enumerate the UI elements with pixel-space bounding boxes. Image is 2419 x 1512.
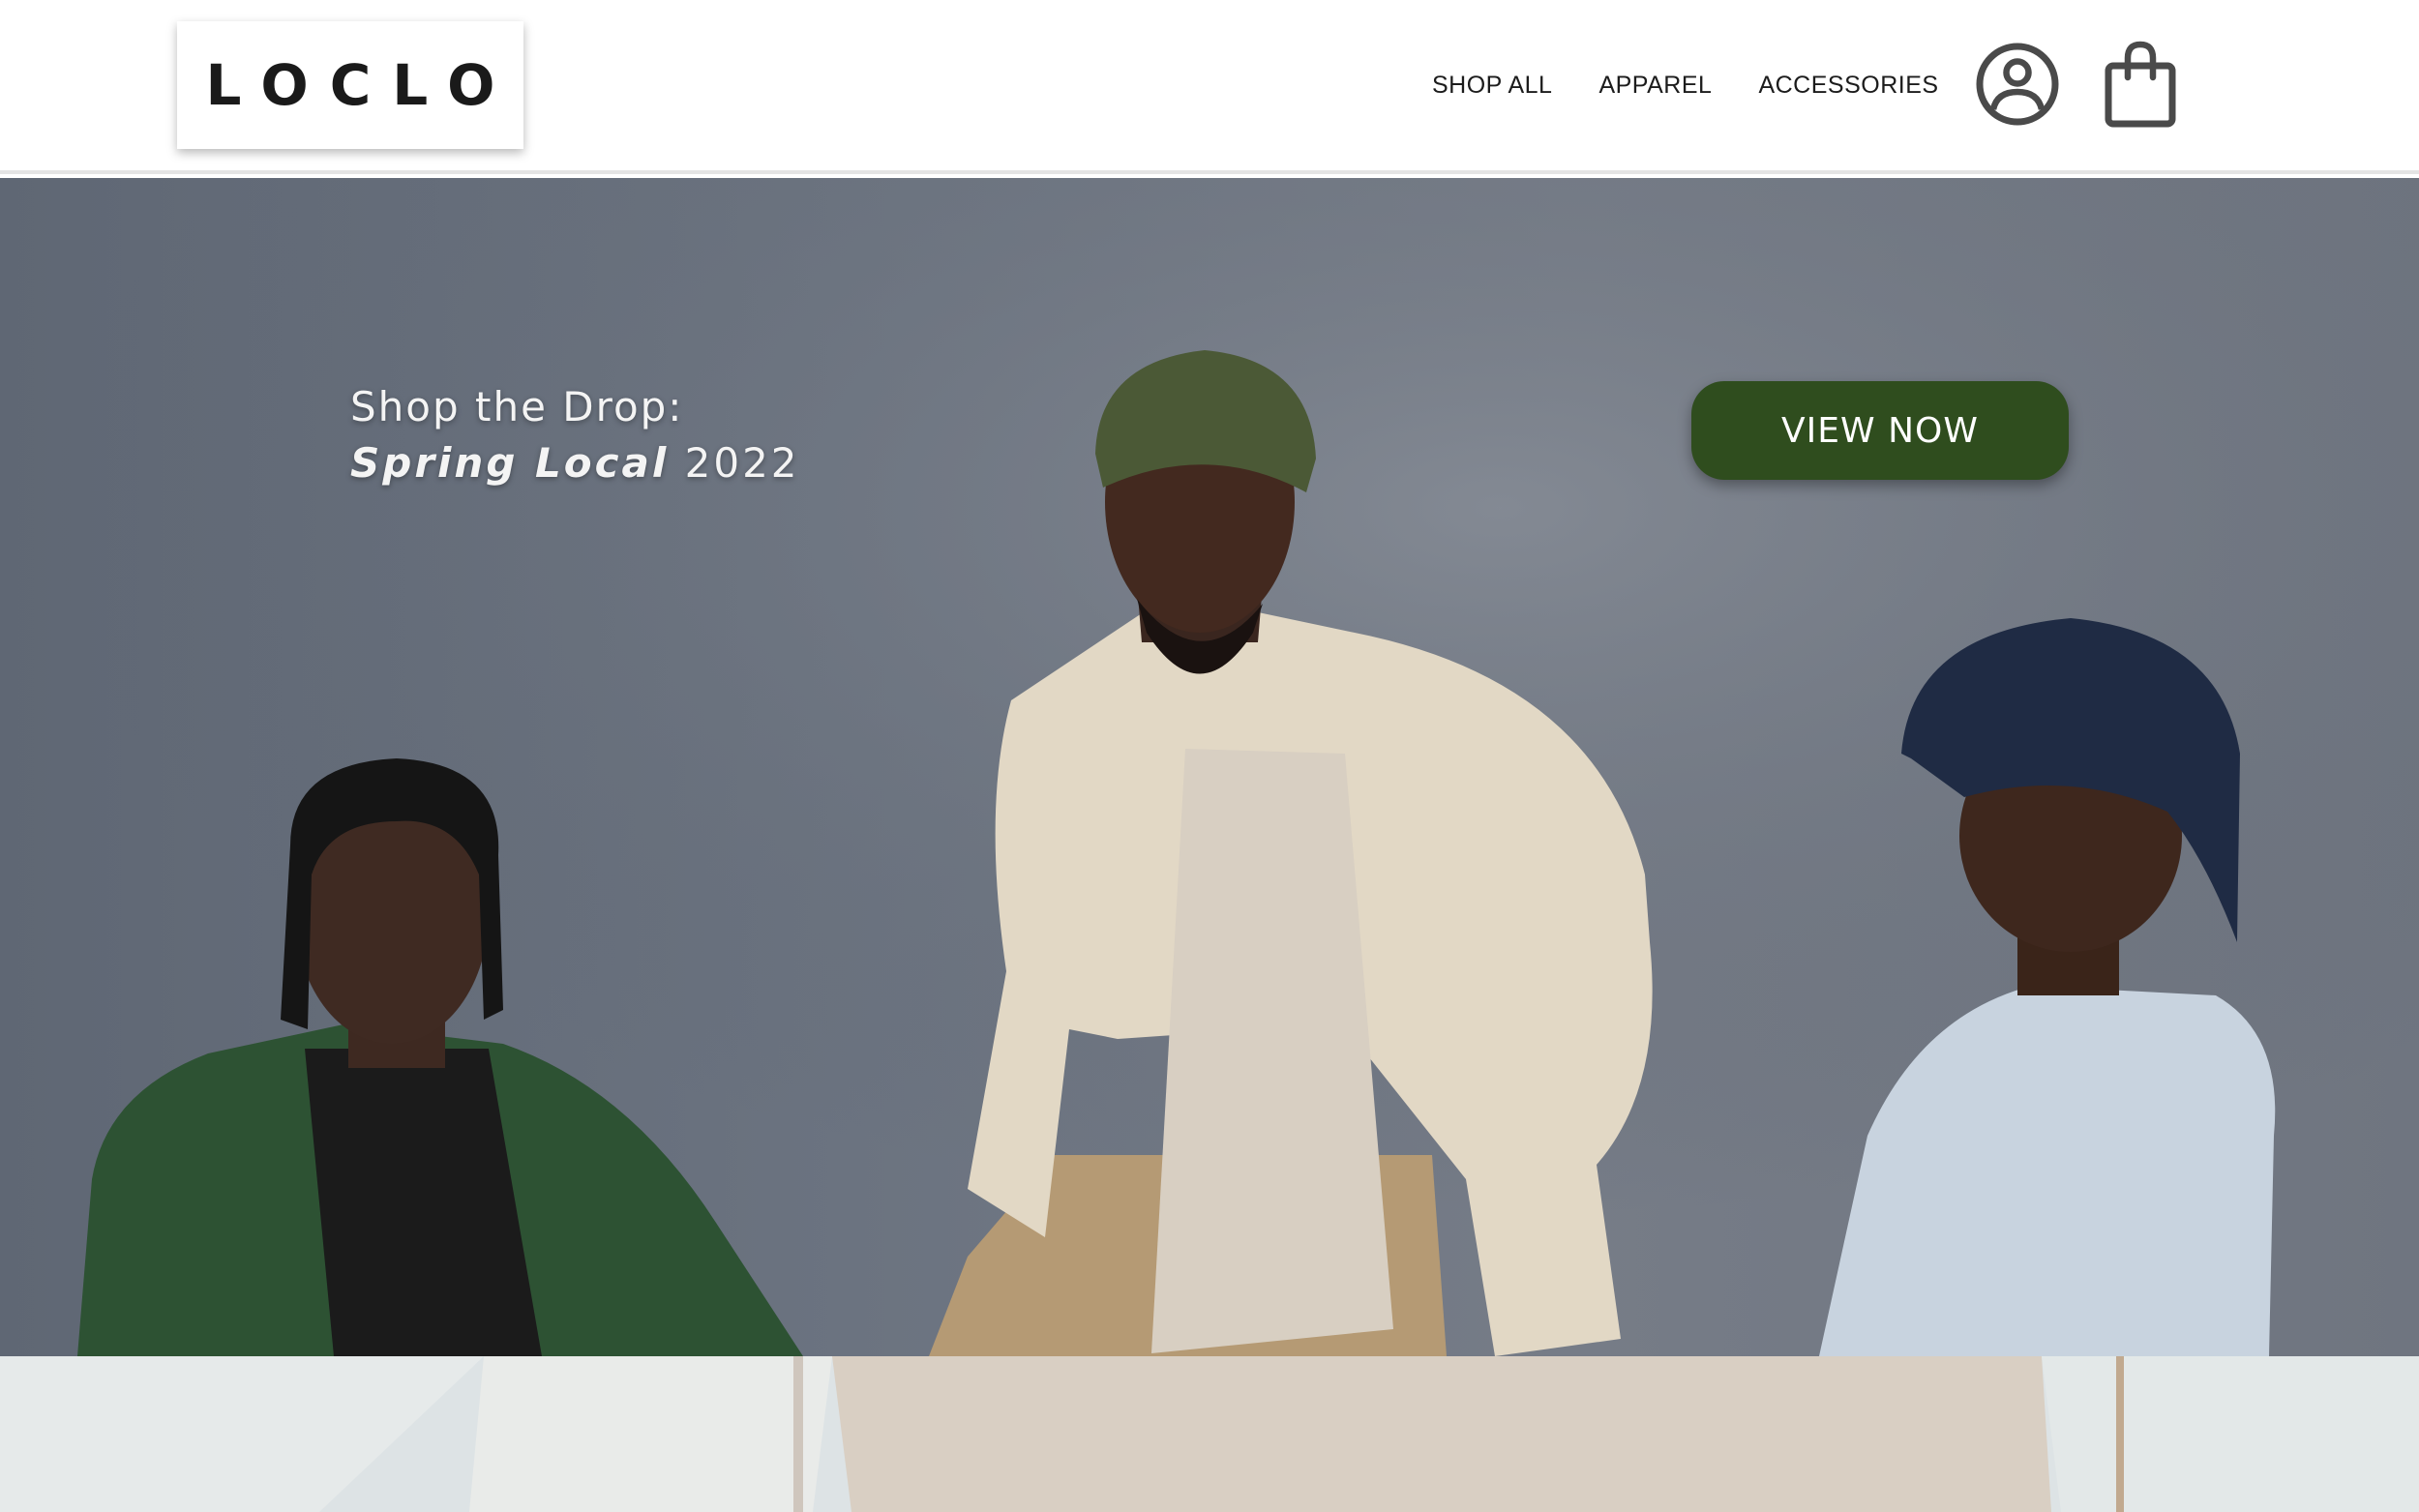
hero-photo — [0, 178, 2419, 1356]
nav-accessories[interactable]: ACCESSORIES — [1758, 72, 1938, 100]
hero-headline-emphasis: Spring Local — [350, 439, 670, 487]
account-button[interactable] — [1974, 41, 2061, 128]
nav-apparel[interactable]: APPAREL — [1598, 72, 1712, 100]
user-circle-icon — [1976, 43, 2059, 126]
logo-link[interactable]: LOCLO — [177, 21, 523, 149]
cart-button[interactable] — [2104, 39, 2177, 130]
main-nav: SHOP ALL APPAREL ACCESSORIES — [1432, 64, 1939, 106]
view-now-button[interactable]: VIEW NOW — [1691, 381, 2069, 480]
hero-headline: Shop the Drop: Spring Local 2022 — [350, 379, 800, 491]
hero-banner: Shop the Drop: Spring Local 2022 VIEW NO… — [0, 178, 2419, 1356]
logo-text: LOCLO — [205, 52, 517, 118]
shopping-bag-icon — [2105, 41, 2176, 128]
site-header: LOCLO SHOP ALL APPAREL ACCESSORIES — [0, 0, 2419, 174]
next-section-preview — [0, 1356, 2419, 1512]
hero-headline-year: 2022 — [684, 439, 800, 487]
hero-headline-line1: Shop the Drop: — [350, 383, 684, 430]
hero-headline-line2: Spring Local 2022 — [350, 435, 800, 491]
fabric-texture-image — [0, 1356, 2419, 1512]
nav-shop-all[interactable]: SHOP ALL — [1432, 72, 1552, 100]
